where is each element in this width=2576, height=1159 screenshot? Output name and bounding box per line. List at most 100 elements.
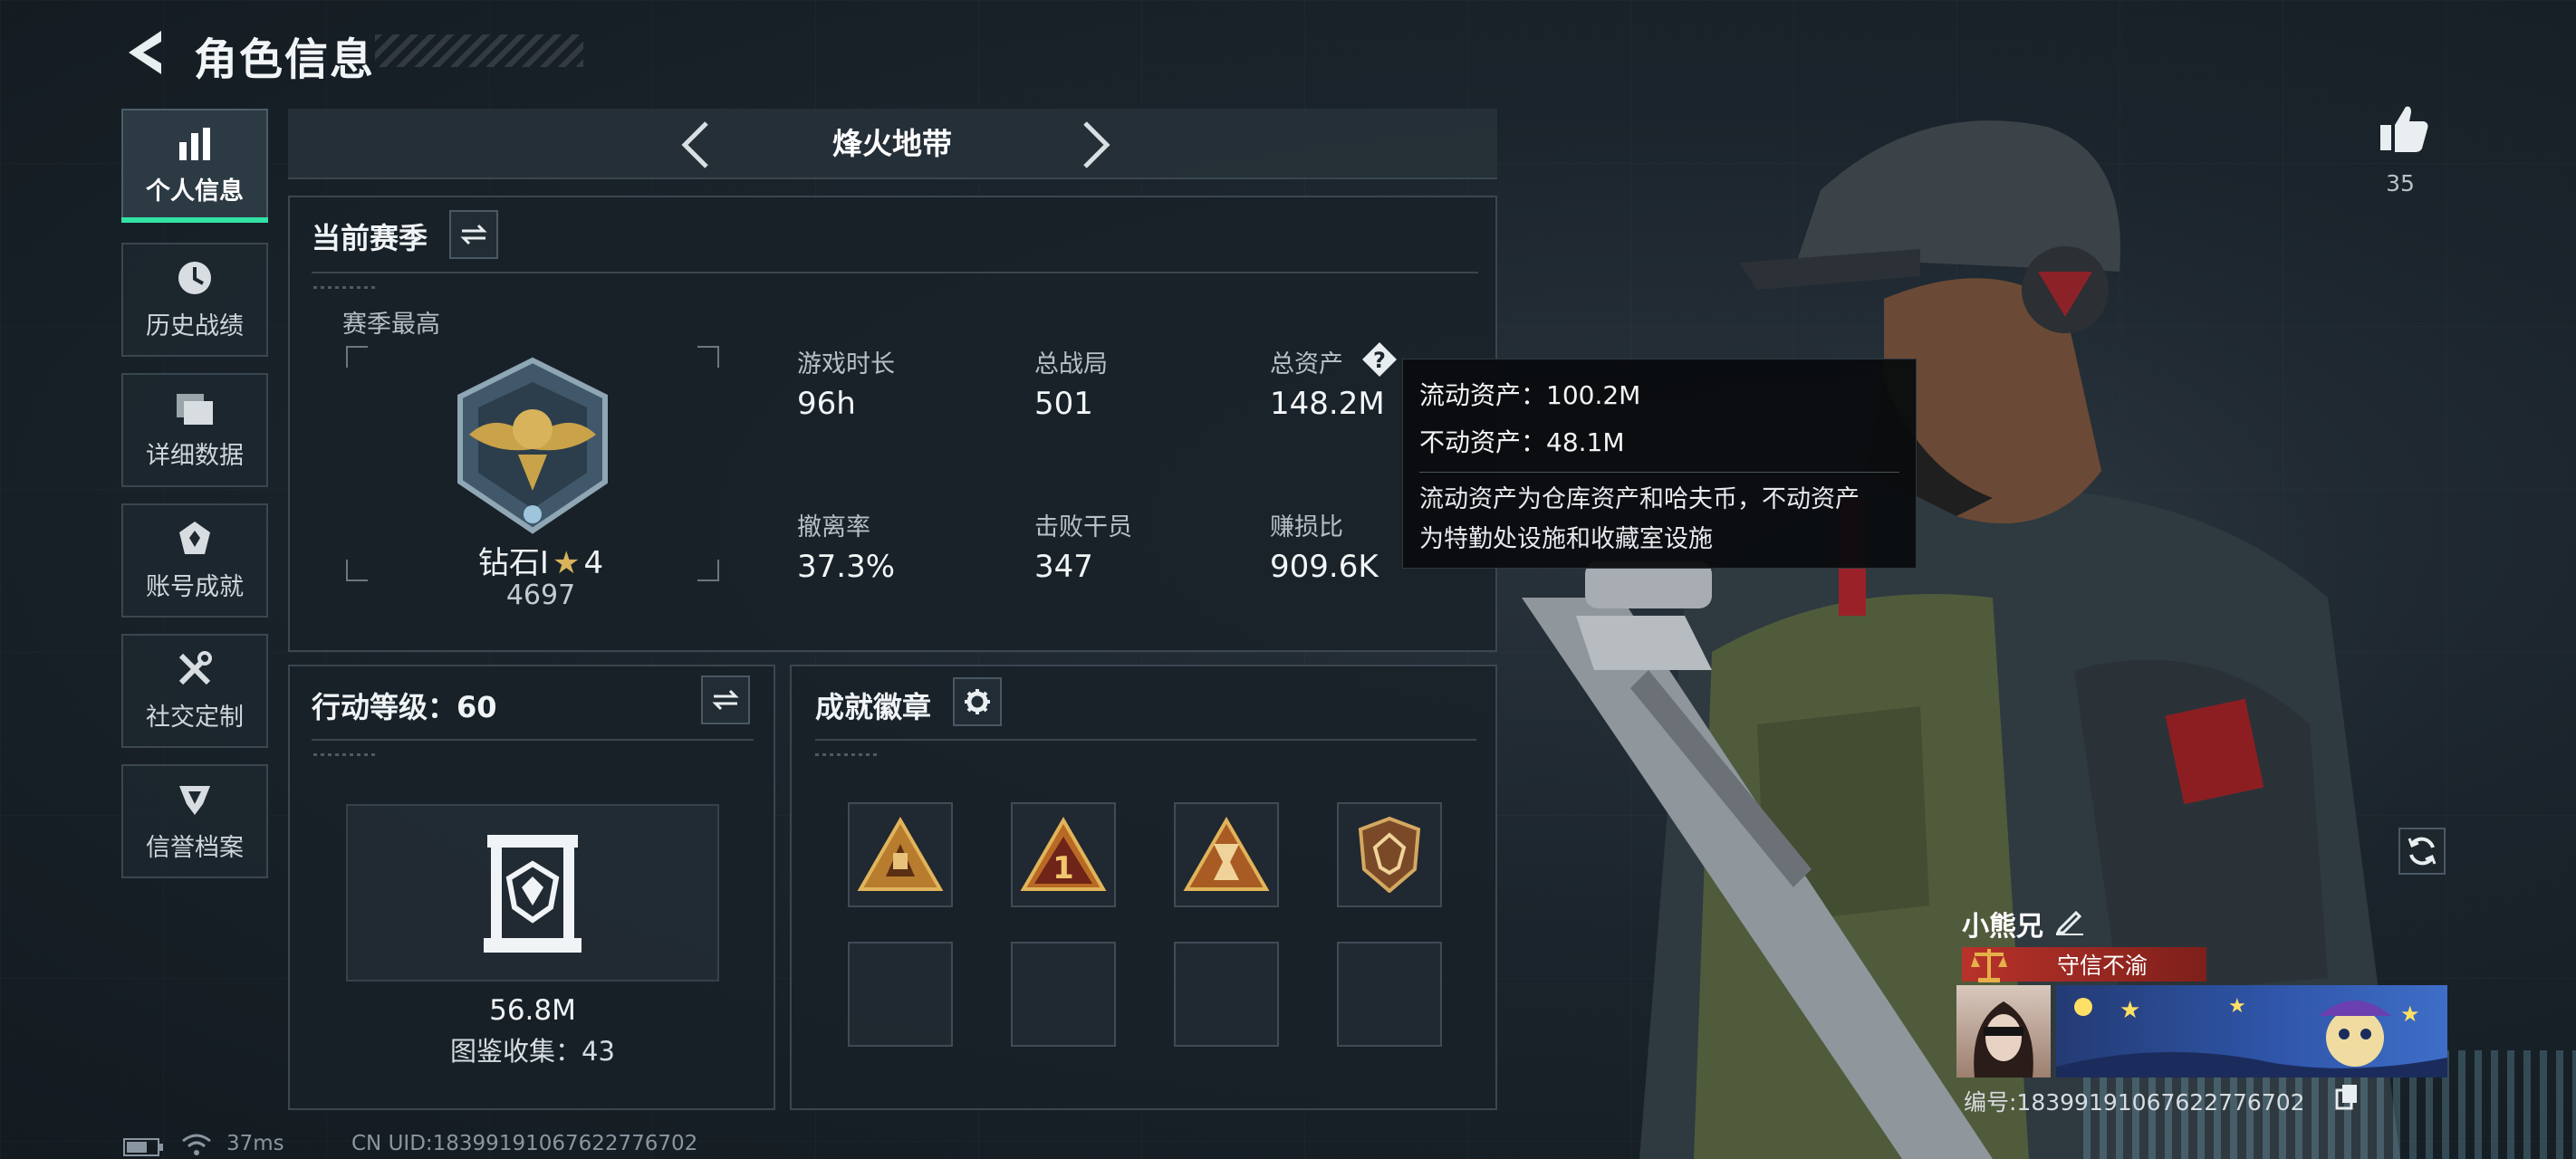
rank-stars: 4 bbox=[583, 545, 604, 581]
tooltip-liquid: 流动资产：100.2M bbox=[1419, 380, 1641, 410]
gear-icon bbox=[965, 689, 990, 714]
sidebar-item-achievements[interactable]: 账号成就 bbox=[121, 503, 268, 618]
svg-text:★: ★ bbox=[2119, 997, 2140, 1024]
player-name: 小熊兄 bbox=[1962, 911, 2043, 943]
mode-next-button[interactable] bbox=[1078, 120, 1114, 170]
collection-count: 图鉴收集：43 bbox=[450, 1036, 615, 1067]
name-card[interactable]: ★ ★ ★ bbox=[2056, 985, 2447, 1078]
mode-prev-button[interactable] bbox=[678, 120, 714, 170]
back-arrow-icon bbox=[129, 31, 161, 74]
rank-name: 钻石Ⅰ bbox=[477, 545, 549, 581]
back-button[interactable] bbox=[121, 27, 167, 78]
stat-value-assets: 148.2M bbox=[1270, 386, 1385, 422]
season-switch-button[interactable] bbox=[449, 210, 498, 259]
stat-value-kills: 347 bbox=[1034, 549, 1093, 585]
stat-label-matches: 总战局 bbox=[1034, 350, 1108, 378]
swap-icon bbox=[460, 224, 487, 245]
badge-slot[interactable] bbox=[1174, 802, 1279, 907]
bar-chart-icon bbox=[177, 126, 213, 162]
badge-slot[interactable] bbox=[1337, 802, 1442, 907]
season-best-label: 赛季最高 bbox=[342, 311, 440, 339]
divider bbox=[1419, 472, 1899, 473]
badge-slot-empty[interactable] bbox=[1174, 942, 1279, 1047]
frame-corner bbox=[346, 346, 368, 368]
sidebar-item-social[interactable]: 社交定制 bbox=[121, 634, 268, 748]
svg-text:★: ★ bbox=[2400, 1001, 2420, 1027]
sidebar-item-label: 详细数据 bbox=[146, 441, 244, 470]
edit-name-button[interactable] bbox=[2054, 905, 2085, 936]
cn-uid: CN UID:18399191067622776702 bbox=[351, 1132, 698, 1155]
swap-icon bbox=[712, 689, 739, 711]
battery-indicator bbox=[123, 1137, 165, 1157]
title-decoration bbox=[375, 34, 583, 67]
stat-value-playtime: 96h bbox=[797, 386, 856, 422]
badge-slot-empty[interactable] bbox=[848, 942, 953, 1047]
badge-slot-empty[interactable] bbox=[1011, 942, 1116, 1047]
decoration bbox=[313, 286, 377, 289]
action-level-title: 行动等级：60 bbox=[312, 690, 497, 724]
sidebar-item-history[interactable]: 历史战绩 bbox=[121, 243, 268, 357]
stat-value-profit-ratio: 909.6K bbox=[1270, 549, 1379, 585]
battery-icon bbox=[123, 1138, 163, 1156]
player-id: 编号:18399191067622776702 bbox=[1964, 1089, 2305, 1116]
chevron-right-icon bbox=[1083, 121, 1110, 168]
divider bbox=[815, 739, 1476, 741]
rank-name-row: 钻石Ⅰ ★ 4 bbox=[464, 538, 618, 582]
svg-text:?: ? bbox=[1373, 348, 1386, 373]
ping: 37ms bbox=[226, 1132, 284, 1155]
rank-emblem-icon bbox=[457, 357, 608, 534]
tools-icon bbox=[176, 650, 214, 688]
decoration bbox=[815, 753, 879, 756]
triangle-badge-icon bbox=[857, 817, 944, 891]
rotate-character-button[interactable] bbox=[2398, 828, 2446, 875]
badges-title: 成就徽章 bbox=[815, 690, 932, 724]
action-level-switch-button[interactable] bbox=[701, 675, 750, 724]
rank-one-badge-icon: 1 bbox=[1020, 817, 1107, 891]
sidebar-item-personal-info[interactable]: 个人信息 bbox=[121, 109, 268, 223]
sidebar-item-label: 信誉档案 bbox=[146, 833, 244, 862]
divider bbox=[312, 739, 754, 741]
sidebar-item-label: 账号成就 bbox=[146, 572, 244, 601]
wifi-icon bbox=[182, 1134, 211, 1155]
stat-label-kills: 击败干员 bbox=[1034, 513, 1132, 541]
stat-label-playtime: 游戏时长 bbox=[797, 350, 895, 378]
sidebar-item-label: 社交定制 bbox=[146, 703, 244, 732]
badge-slot-empty[interactable] bbox=[1337, 942, 1442, 1047]
copy-icon bbox=[2335, 1085, 2357, 1110]
tooltip-note-line1: 流动资产为仓库资产和哈夫币，不动资产 bbox=[1419, 485, 1860, 513]
frame-corner bbox=[697, 346, 719, 368]
badges-settings-button[interactable] bbox=[953, 677, 1002, 726]
star-icon: ★ bbox=[552, 545, 581, 581]
avatar-portrait-icon bbox=[1974, 1001, 2033, 1078]
stat-value-extract-rate: 37.3% bbox=[797, 549, 896, 585]
stat-label-extract-rate: 撤离率 bbox=[797, 513, 870, 541]
sidebar-item-reputation[interactable]: 信誉档案 bbox=[121, 764, 268, 878]
folder-icon bbox=[175, 390, 215, 426]
help-icon: ? bbox=[1362, 342, 1397, 377]
wifi-indicator bbox=[181, 1132, 212, 1157]
like-button[interactable] bbox=[2379, 103, 2429, 158]
stat-label-profit-ratio: 赚损比 bbox=[1270, 513, 1343, 541]
scale-icon bbox=[1971, 949, 2007, 982]
clock-icon bbox=[176, 259, 214, 297]
mode-label: 烽火地带 bbox=[832, 126, 952, 161]
badge-slot[interactable] bbox=[848, 802, 953, 907]
tooltip-fixed: 不动资产：48.1M bbox=[1419, 427, 1625, 457]
refresh-icon bbox=[2408, 837, 2437, 866]
rank-score: 4697 bbox=[505, 580, 576, 611]
badge-slot[interactable]: 1 bbox=[1011, 802, 1116, 907]
reputation-icon bbox=[176, 781, 214, 819]
asset-help-button[interactable]: ? bbox=[1360, 340, 1399, 378]
svg-text:1: 1 bbox=[1053, 850, 1074, 886]
name-card-art-icon: ★ ★ ★ bbox=[2056, 995, 2447, 1078]
assets-tooltip: 流动资产：100.2M 不动资产：48.1M 流动资产为仓库资产和哈夫币，不动资… bbox=[1402, 359, 1917, 569]
copy-id-button[interactable] bbox=[2335, 1083, 2359, 1110]
sidebar-item-detailed-data[interactable]: 详细数据 bbox=[121, 373, 268, 487]
divider bbox=[312, 272, 1478, 273]
chevron-left-icon bbox=[681, 121, 708, 168]
sidebar-item-label: 历史战绩 bbox=[146, 311, 244, 340]
frame-corner bbox=[697, 560, 719, 581]
stat-label-assets: 总资产 bbox=[1270, 350, 1343, 378]
avatar[interactable] bbox=[1956, 985, 2051, 1078]
tooltip-note-line2: 为特勤处设施和收藏室设施 bbox=[1419, 525, 1713, 553]
